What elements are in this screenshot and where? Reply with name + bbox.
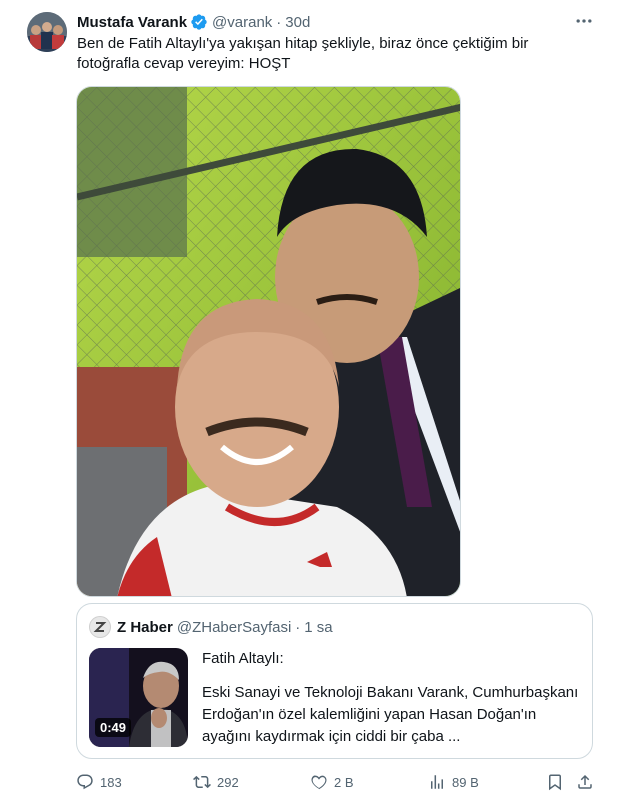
like-count: 2 B	[334, 774, 354, 790]
like-button[interactable]: 2 B	[310, 770, 354, 794]
repost-button[interactable]: 292	[193, 770, 239, 794]
quoted-video-thumbnail[interactable]: 0:49	[89, 648, 188, 747]
views-count: 89 B	[452, 774, 479, 790]
quoted-tweet-header: Z Haber @ZHaberSayfasi · 1 sa	[89, 616, 333, 638]
quoted-body: Eski Sanayi ve Teknoloji Bakanı Varank, …	[202, 684, 579, 745]
views-button[interactable]: 89 B	[428, 770, 479, 794]
quoted-author-name[interactable]: Z Haber	[117, 619, 173, 636]
author-handle[interactable]: @varank	[212, 14, 272, 31]
reply-button[interactable]: 183	[76, 770, 122, 794]
tweet-time[interactable]: 30d	[285, 14, 310, 31]
author-avatar[interactable]	[27, 12, 67, 52]
author-name[interactable]: Mustafa Varank	[77, 14, 187, 31]
tweet-actions: 183 292 2 B 89 B	[76, 770, 596, 794]
tweet-text-line-2: fotoğrafla cevap vereyim: HOŞT	[77, 55, 291, 72]
reply-icon	[76, 773, 100, 791]
like-icon	[310, 773, 334, 791]
quoted-tweet-text: Fatih Altaylı: Eski Sanayi ve Teknoloji …	[202, 648, 582, 748]
tweet[interactable]: Mustafa Varank @varank · 30d Ben de Fati…	[0, 0, 637, 802]
repost-count: 292	[217, 774, 239, 790]
video-duration: 0:49	[95, 718, 132, 737]
quoted-time: 1 sa	[304, 618, 333, 636]
quoted-separator: ·	[295, 618, 301, 636]
tweet-photo[interactable]	[76, 86, 461, 597]
tweet-header: Mustafa Varank @varank · 30d	[77, 12, 310, 32]
more-icon[interactable]	[571, 10, 597, 32]
share-button[interactable]	[576, 770, 600, 794]
quoted-author-handle[interactable]: @ZHaberSayfasi	[177, 619, 291, 636]
tweet-text: Ben de Fatih Altaylı'ya yakışan hitap şe…	[77, 34, 597, 74]
quoted-author-avatar[interactable]	[89, 616, 111, 638]
quoted-title: Fatih Altaylı:	[202, 650, 284, 667]
tweet-text-line-1: Ben de Fatih Altaylı'ya yakışan hitap şe…	[77, 35, 529, 52]
reply-count: 183	[100, 774, 122, 790]
bookmark-icon	[546, 773, 570, 791]
quoted-spacer	[202, 670, 582, 682]
bookmark-button[interactable]	[546, 770, 570, 794]
verified-icon	[190, 13, 208, 31]
views-icon	[428, 773, 452, 791]
repost-icon	[193, 773, 217, 791]
header-separator: ·	[276, 13, 282, 31]
quoted-tweet[interactable]: Z Haber @ZHaberSayfasi · 1 sa 0:49 Fatih…	[76, 603, 593, 759]
share-icon	[576, 773, 600, 791]
